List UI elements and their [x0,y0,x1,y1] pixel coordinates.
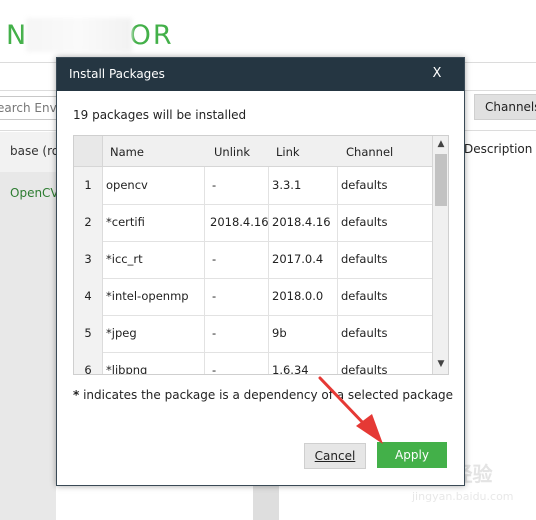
environment-opencv-label[interactable]: OpenCV [10,186,59,200]
package-link: 3.3.1 [272,178,302,192]
row-number: 6 [74,352,103,374]
package-unlink: - [212,178,217,192]
description-column-header: Description [464,142,533,156]
package-name: *libpng [106,363,148,375]
close-icon[interactable]: X [429,65,445,83]
column-header-unlink[interactable]: Unlink [214,145,250,159]
package-channel: defaults [341,215,388,229]
package-unlink: - [212,252,217,266]
table-row[interactable]: 2 *certifi 2018.4.16 2018.4.16 defaults [74,204,432,242]
column-header-name[interactable]: Name [110,145,144,159]
package-channel: defaults [341,289,388,303]
channels-button[interactable]: Channels [474,94,536,120]
package-name: *icc_rt [106,252,143,266]
dependency-note: * indicates the package is a dependency … [73,388,453,402]
row-number-header [74,136,103,166]
environment-base-label: base (ro [10,144,60,158]
column-header-channel[interactable]: Channel [346,145,393,159]
package-unlink: - [212,326,217,340]
packages-table: Name Unlink Link Channel 1 opencv - 3.3.… [73,135,449,375]
package-channel: defaults [341,326,388,340]
table-header: Name Unlink Link Channel [74,136,432,167]
package-unlink: 2018.4.16 [210,215,269,229]
dependency-note-text: indicates the package is a dependency of… [79,388,454,402]
dialog-titlebar: Install Packages X [57,58,464,91]
scroll-thumb[interactable] [435,154,447,206]
package-name: *certifi [106,215,145,229]
package-unlink: - [212,363,217,375]
row-number: 2 [74,204,103,241]
row-number: 1 [74,167,103,204]
package-name: opencv [106,178,148,192]
dialog-title: Install Packages [69,67,165,81]
cancel-button[interactable]: Cancel [304,443,366,469]
apply-button[interactable]: Apply [377,442,447,468]
column-header-link[interactable]: Link [276,145,300,159]
package-unlink: - [212,289,217,303]
package-name: *jpeg [106,326,137,340]
row-number: 5 [74,315,103,352]
row-number: 4 [74,278,103,315]
environment-search-input[interactable]: earch Envi [0,96,58,120]
scroll-up-icon[interactable]: ▲ [433,136,448,152]
table-row[interactable]: 6 *libpng - 1.6.34 defaults [74,352,432,375]
install-packages-dialog: Install Packages X 19 packages will be i… [56,57,465,486]
table-row[interactable]: 5 *jpeg - 9b defaults [74,315,432,353]
package-link: 2018.0.0 [272,289,324,303]
table-scrollbar[interactable]: ▲ ▼ [432,136,448,374]
install-summary: 19 packages will be installed [73,108,247,122]
row-number: 3 [74,241,103,278]
package-link: 2017.0.4 [272,252,324,266]
table-row[interactable]: 1 opencv - 3.3.1 defaults [74,167,432,205]
table-row[interactable]: 3 *icc_rt - 2017.0.4 defaults [74,241,432,279]
package-link: 2018.4.16 [272,215,331,229]
package-channel: defaults [341,363,388,375]
table-row[interactable]: 4 *intel-openmp - 2018.0.0 defaults [74,278,432,316]
package-link: 1.6.34 [272,363,309,375]
package-channel: defaults [341,178,388,192]
scroll-down-icon[interactable]: ▼ [433,356,448,372]
logo-blur-overlay [26,18,132,52]
package-name: *intel-openmp [106,289,189,303]
package-link: 9b [272,326,287,340]
package-channel: defaults [341,252,388,266]
watermark-url: jingyan.baidu.com [412,490,514,503]
